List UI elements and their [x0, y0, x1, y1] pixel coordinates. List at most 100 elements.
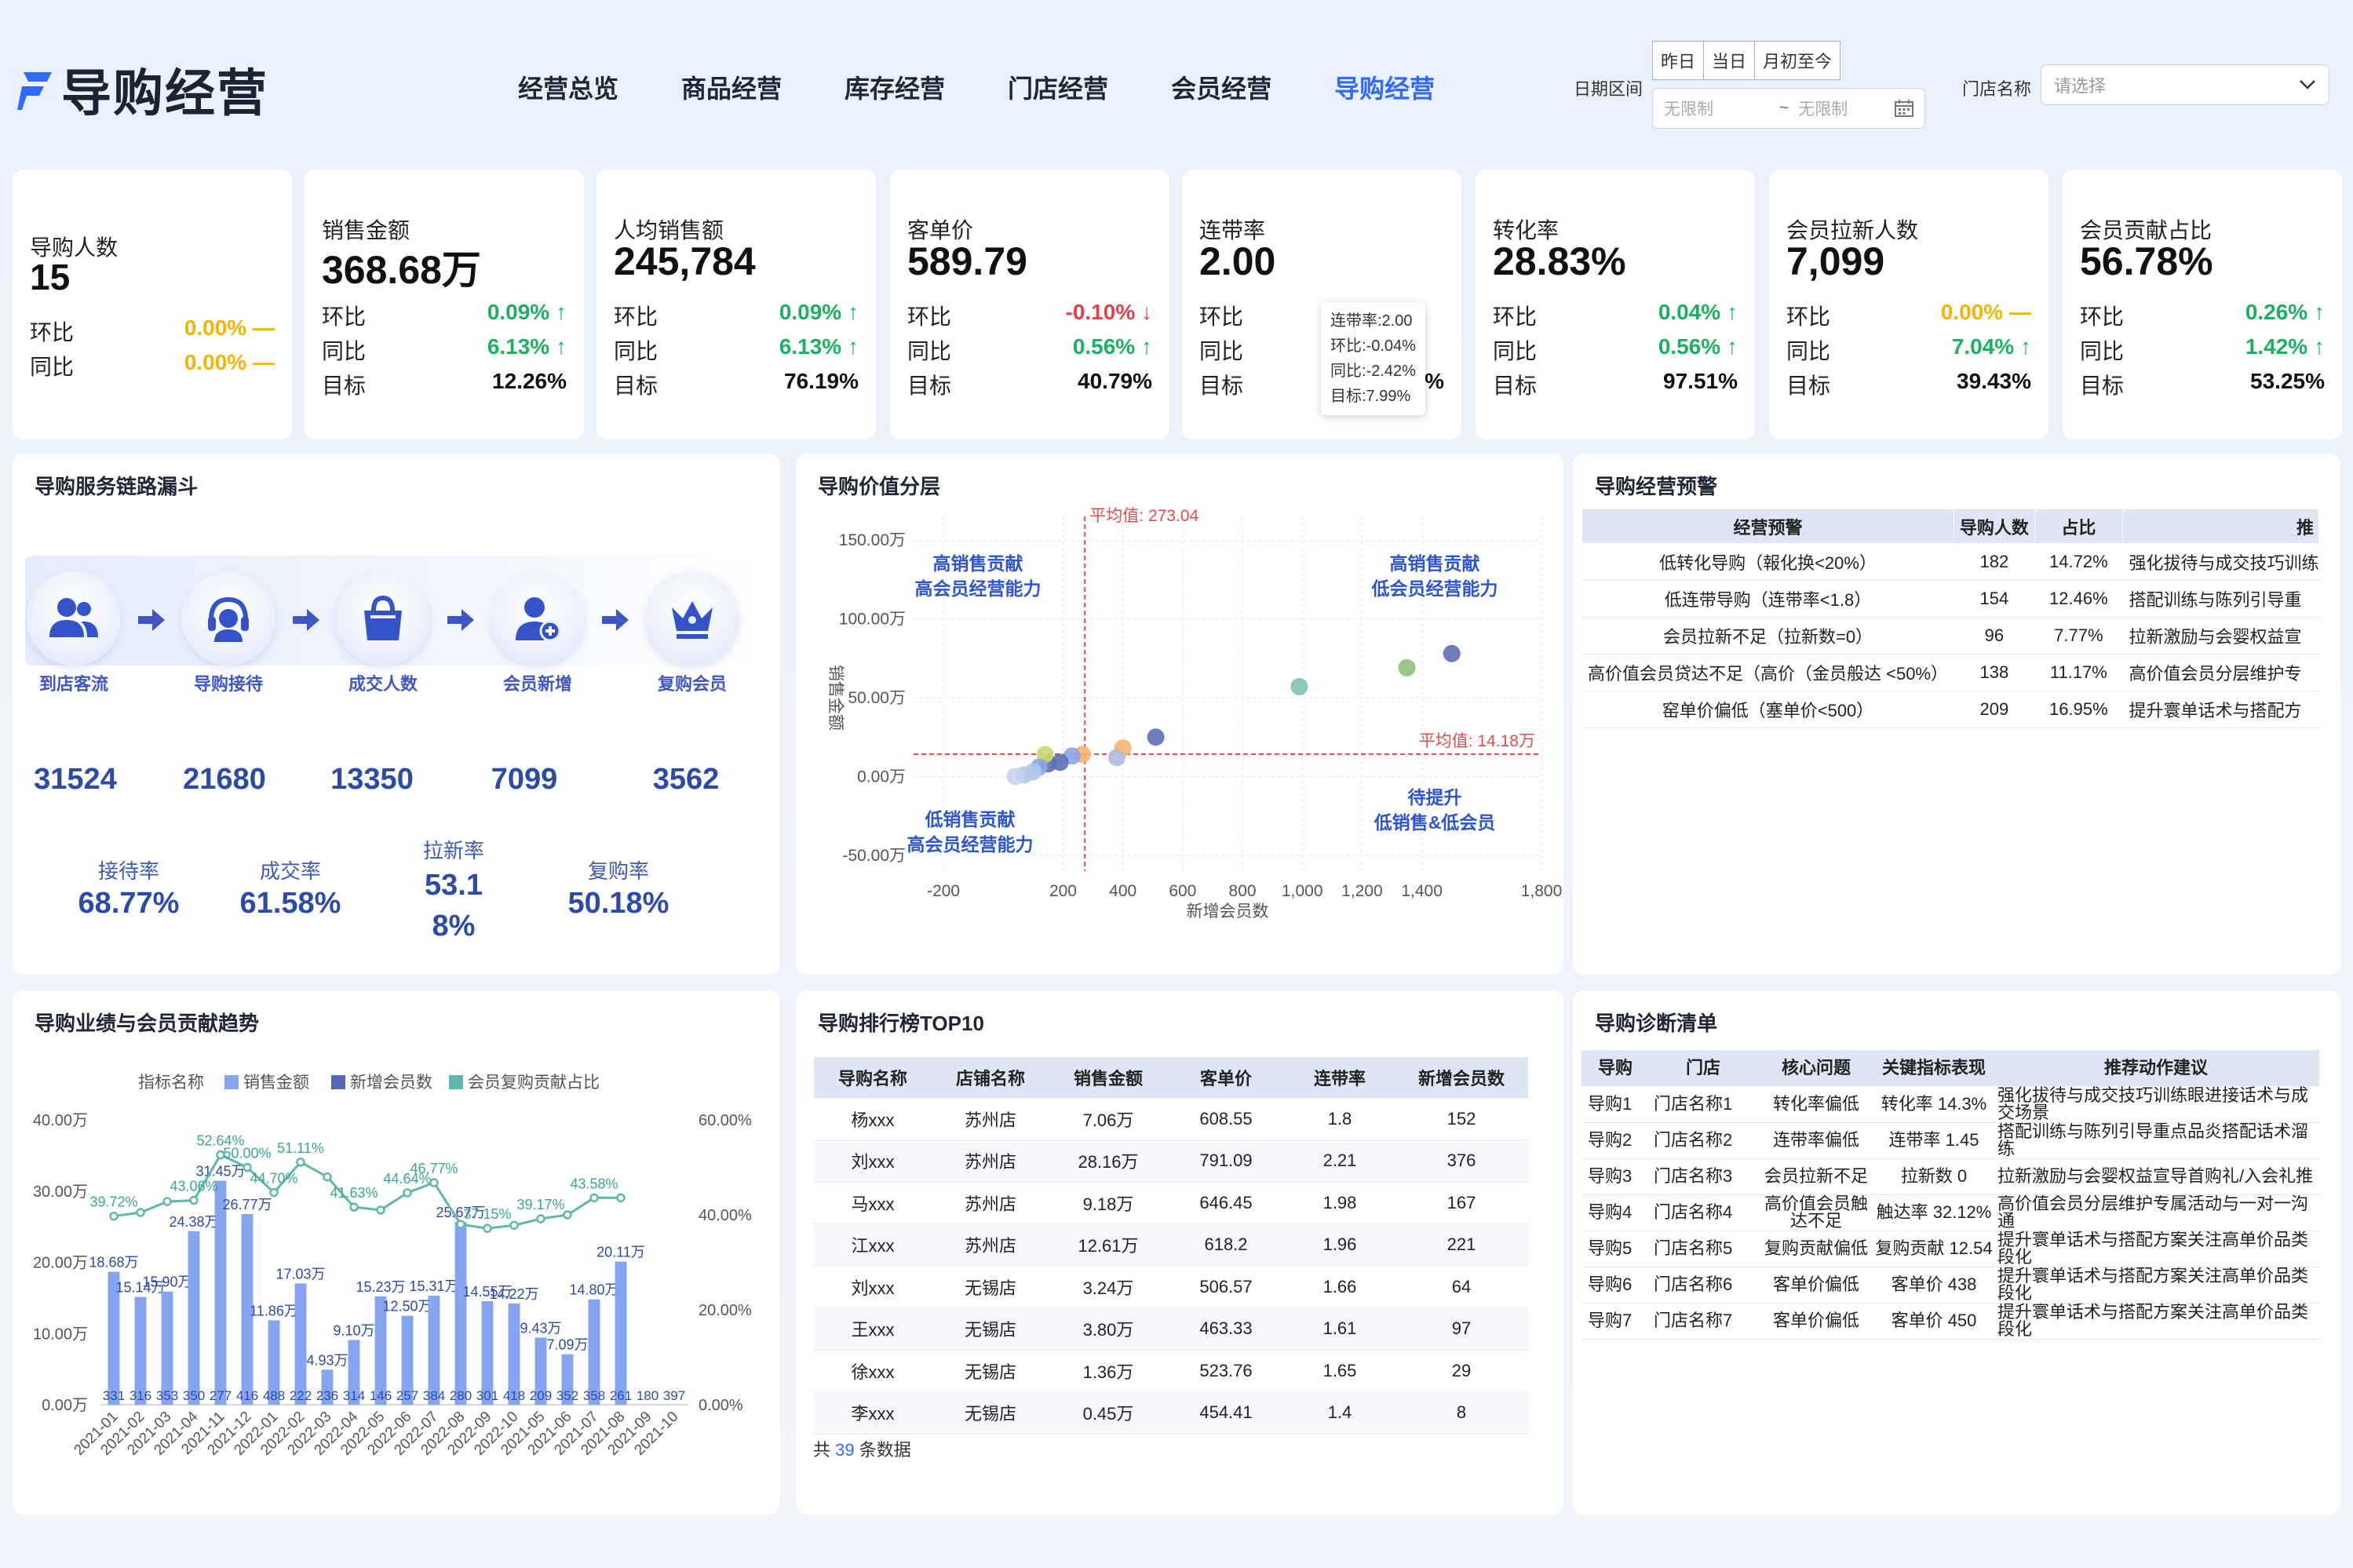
- kpi-compare-row: 环比 0.26% ↑: [2080, 300, 2325, 331]
- ranking-row[interactable]: 杨xxx 苏州店 7.06万 608.55 1.8 152: [814, 1098, 1528, 1140]
- ranking-row[interactable]: 马xxx 苏州店 9.18万 646.45 1.98 167: [814, 1182, 1528, 1224]
- legend-label[interactable]: 会员复购贡献占比: [468, 1074, 600, 1092]
- diagnosis-row[interactable]: 导购7 门店名称7 客单价偏低 客单价 450 提升寰单话术与搭配方案关注高单价品类段化: [1581, 1303, 2319, 1340]
- diagnosis-row[interactable]: 导购3 门店名称3 会员拉新不足 拉新数 0 拉新激励与会婴权益宣导首购礼/入会礼推: [1581, 1158, 2319, 1195]
- date-range-input[interactable]: 无限制 ~ 无限制: [1652, 88, 1925, 129]
- warning-col-header[interactable]: 导购人数: [1954, 509, 2035, 544]
- kpi-card[interactable]: 会员贡献占比 56.78% 环比 0.26% ↑ 同比 1.42% ↑ 目标 53.25%: [2063, 170, 2342, 439]
- diagnosis-cell: 门店名称2: [1649, 1122, 1757, 1159]
- scatter-point[interactable]: [1108, 749, 1126, 767]
- repurchase-point[interactable]: [429, 1178, 439, 1187]
- legend-swatch[interactable]: [224, 1075, 239, 1089]
- arrow-up-icon: ↑: [2307, 334, 2325, 359]
- diagnosis-cell: 门店名称4: [1649, 1194, 1757, 1231]
- legend-label[interactable]: 销售金额: [243, 1074, 309, 1092]
- repurchase-point[interactable]: [189, 1195, 199, 1205]
- repurchase-point[interactable]: [483, 1223, 492, 1233]
- repurchase-point[interactable]: [109, 1211, 119, 1221]
- scatter-point[interactable]: [1006, 768, 1024, 786]
- repurchase-point[interactable]: [323, 1172, 332, 1182]
- ranking-col-header[interactable]: 客单价: [1167, 1057, 1285, 1098]
- ranking-cell: 1.4: [1285, 1391, 1395, 1435]
- diagnosis-row[interactable]: 导购6 门店名称6 客单价偏低 客单价 438 提升寰单话术与搭配方案关注高单价品类段化: [1581, 1267, 2319, 1304]
- y-axis-title: 销售金额: [826, 665, 845, 731]
- warning-col-header[interactable]: 推: [2121, 509, 2320, 544]
- calendar-icon[interactable]: [1895, 100, 1913, 117]
- warning-row[interactable]: 会员拉新不足（拉新数=0） 96 7.77% 拉新激励与会婴权益宣: [1581, 617, 2319, 655]
- sales-bar[interactable]: [214, 1180, 227, 1405]
- nav-product[interactable]: 商品经营: [681, 69, 782, 105]
- ranking-col-header[interactable]: 销售金额: [1049, 1057, 1167, 1098]
- ranking-col-header[interactable]: 店铺名称: [932, 1057, 1049, 1098]
- nav-overview[interactable]: 经营总览: [518, 69, 618, 105]
- date-end-input[interactable]: 无限制: [1798, 97, 1848, 120]
- repurchase-point[interactable]: [403, 1188, 412, 1198]
- sales-bar[interactable]: [294, 1283, 307, 1405]
- today-button[interactable]: 当日: [1703, 41, 1756, 80]
- diagnosis-col-header[interactable]: 推荐动作建议: [1993, 1050, 2319, 1086]
- repurchase-point[interactable]: [349, 1202, 359, 1212]
- repurchase-point[interactable]: [589, 1193, 599, 1203]
- repurchase-point[interactable]: [162, 1197, 172, 1206]
- kpi-card[interactable]: 转化率 28.83% 环比 0.04% ↑ 同比 0.56% ↑ 目标 97.51%: [1476, 170, 1755, 439]
- nav-store[interactable]: 门店经营: [1008, 69, 1108, 105]
- repurchase-point[interactable]: [376, 1205, 385, 1215]
- ranking-row[interactable]: 王xxx 无锡店 3.80万 463.33 1.61 97: [814, 1307, 1528, 1351]
- sales-bar[interactable]: [615, 1261, 627, 1405]
- repurchase-point[interactable]: [296, 1158, 305, 1167]
- diagnosis-col-header[interactable]: 核心问题: [1757, 1050, 1875, 1086]
- nav-inventory[interactable]: 库存经营: [845, 69, 945, 105]
- scatter-point[interactable]: [1147, 728, 1165, 746]
- dash-icon: —: [246, 315, 275, 340]
- diagnosis-col-header[interactable]: 导购: [1581, 1050, 1649, 1086]
- diagnosis-row[interactable]: 导购5 门店名称5 复购贡献偏低 复购贡献 12.54 提升寰单话术与搭配方案关注高单价…: [1581, 1231, 2319, 1267]
- kpi-compare-row: 目标 12.26%: [322, 369, 567, 400]
- month-to-date-button[interactable]: 月初至今: [1754, 41, 1841, 80]
- ranking-col-header[interactable]: 连带率: [1285, 1057, 1395, 1098]
- repurchase-point[interactable]: [269, 1187, 279, 1198]
- ranking-footer-prefix: 共: [813, 1440, 831, 1460]
- kpi-card[interactable]: 会员拉新人数 7,099 环比 0.00% — 同比 7.04% ↑ 目标 39.43%: [1769, 170, 2048, 439]
- yesterday-button[interactable]: 昨日: [1652, 41, 1705, 80]
- scatter-point[interactable]: [1443, 644, 1461, 662]
- warning-row[interactable]: 窑单价偏低（塞单价<500） 209 16.95% 提升寰单话术与搭配方: [1581, 691, 2319, 728]
- diagnosis-row[interactable]: 导购4 门店名称4 高价值会员触达不足 触达率 32.12% 高价值会员分层维护专属活动…: [1581, 1194, 2319, 1231]
- sales-bar[interactable]: [188, 1231, 200, 1405]
- sales-bar[interactable]: [454, 1222, 467, 1405]
- diagnosis-row[interactable]: 导购2 门店名称2 连带率偏低 连带率 1.45 搭配训练与陈列引导重点品炎搭配话术溜练: [1581, 1122, 2319, 1159]
- diagnosis-col-header[interactable]: 门店: [1649, 1050, 1757, 1086]
- ranking-row[interactable]: 刘xxx 苏州店 28.16万 791.09 2.21 376: [814, 1140, 1528, 1183]
- repurchase-point[interactable]: [509, 1220, 519, 1231]
- nav-member[interactable]: 会员经营: [1171, 69, 1271, 105]
- repurchase-point[interactable]: [136, 1208, 145, 1217]
- diagnosis-col-header[interactable]: 关键指标表现: [1875, 1050, 1993, 1086]
- kpi-card[interactable]: 销售金额 368.68万 环比 0.09% ↑ 同比 6.13% ↑ 目标 12.26%: [305, 170, 584, 439]
- legend-label[interactable]: 新增会员数: [350, 1074, 432, 1092]
- ranking-col-header[interactable]: 新增会员数: [1395, 1057, 1528, 1098]
- scatter-point[interactable]: [1290, 677, 1308, 695]
- repurchase-point[interactable]: [536, 1214, 545, 1223]
- repurchase-point[interactable]: [563, 1210, 572, 1220]
- repurchase-point[interactable]: [616, 1193, 626, 1203]
- diagnosis-row[interactable]: 导购1 门店名称1 转化率偏低 转化率 14.3% 强化拔待与成交技巧训练眼进接话术与成…: [1581, 1086, 2319, 1123]
- ranking-row[interactable]: 刘xxx 无锡店 3.24万 506.57 1.66 64: [814, 1266, 1528, 1308]
- ranking-col-header[interactable]: 导购名称: [814, 1057, 932, 1098]
- ranking-row[interactable]: 李xxx 无锡店 0.45万 454.41 1.4 8: [814, 1391, 1528, 1435]
- scatter-point[interactable]: [1398, 658, 1416, 676]
- warning-row[interactable]: 高价值会员贷达不足（高价（金员般达 <50%） 138 11.17% 高价值会员分层维…: [1581, 654, 2319, 691]
- warning-row[interactable]: 低转化导购（報化换<20%） 182 14.72% 强化拔待与成交技巧训练: [1581, 543, 2319, 581]
- nav-guide[interactable]: 导购经营: [1334, 69, 1435, 105]
- chevron-down-icon[interactable]: [2299, 79, 2316, 90]
- kpi-card[interactable]: 人均销售额 245,784 环比 0.09% ↑ 同比 6.13% ↑ 目标 76.19%: [596, 170, 876, 439]
- warning-col-header[interactable]: 占比: [2034, 509, 2123, 544]
- date-start-input[interactable]: 无限制: [1664, 97, 1713, 120]
- store-select[interactable]: 请选择: [2041, 64, 2329, 105]
- ranking-row[interactable]: 江xxx 苏州店 12.61万 618.2 1.96 221: [814, 1223, 1528, 1267]
- ranking-row[interactable]: 徐xxx 无锡店 1.36万 523.76 1.65 29: [814, 1350, 1528, 1392]
- legend-swatch[interactable]: [331, 1075, 345, 1089]
- kpi-card[interactable]: 导购人数 15 环比 0.00% — 同比 0.00% —: [13, 170, 292, 439]
- warning-col-header[interactable]: 经营预警: [1581, 509, 1955, 544]
- legend-swatch[interactable]: [449, 1075, 463, 1089]
- warning-row[interactable]: 低连带导购（连带率<1.8） 154 12.46% 搭配训练与陈列引导重: [1581, 580, 2319, 618]
- kpi-card[interactable]: 客单价 589.79 环比 -0.10% ↓ 同比 0.56% ↑ 目标 40.79%: [890, 170, 1169, 439]
